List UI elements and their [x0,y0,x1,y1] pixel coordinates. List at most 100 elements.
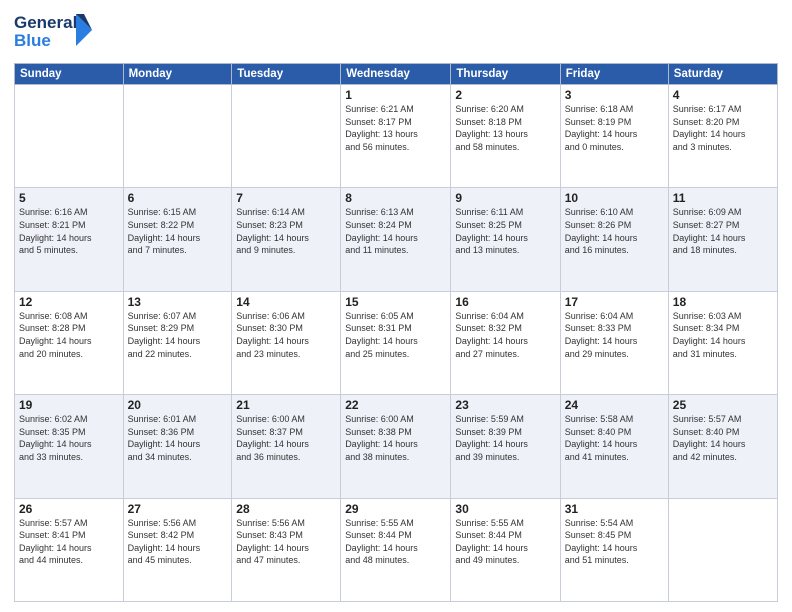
calendar-day-cell: 15Sunrise: 6:05 AM Sunset: 8:31 PM Dayli… [341,291,451,394]
day-number: 12 [19,295,119,309]
calendar-day-cell: 28Sunrise: 5:56 AM Sunset: 8:43 PM Dayli… [232,498,341,601]
day-info: Sunrise: 6:03 AM Sunset: 8:34 PM Dayligh… [673,310,773,360]
calendar-empty-cell [668,498,777,601]
calendar-day-header: Thursday [451,64,560,85]
logo-svg: GeneralBlue [14,10,94,55]
day-number: 13 [128,295,228,309]
day-info: Sunrise: 6:04 AM Sunset: 8:33 PM Dayligh… [565,310,664,360]
day-number: 27 [128,502,228,516]
day-info: Sunrise: 6:06 AM Sunset: 8:30 PM Dayligh… [236,310,336,360]
calendar-week-row: 12Sunrise: 6:08 AM Sunset: 8:28 PM Dayli… [15,291,778,394]
day-info: Sunrise: 6:20 AM Sunset: 8:18 PM Dayligh… [455,103,555,153]
calendar-day-header: Friday [560,64,668,85]
day-info: Sunrise: 6:08 AM Sunset: 8:28 PM Dayligh… [19,310,119,360]
calendar-day-cell: 5Sunrise: 6:16 AM Sunset: 8:21 PM Daylig… [15,188,124,291]
day-info: Sunrise: 5:57 AM Sunset: 8:40 PM Dayligh… [673,413,773,463]
calendar-empty-cell [232,85,341,188]
day-number: 16 [455,295,555,309]
calendar-day-cell: 26Sunrise: 5:57 AM Sunset: 8:41 PM Dayli… [15,498,124,601]
day-number: 23 [455,398,555,412]
day-info: Sunrise: 6:17 AM Sunset: 8:20 PM Dayligh… [673,103,773,153]
day-number: 8 [345,191,446,205]
calendar-day-cell: 9Sunrise: 6:11 AM Sunset: 8:25 PM Daylig… [451,188,560,291]
day-info: Sunrise: 6:18 AM Sunset: 8:19 PM Dayligh… [565,103,664,153]
calendar-day-cell: 20Sunrise: 6:01 AM Sunset: 8:36 PM Dayli… [123,395,232,498]
day-info: Sunrise: 6:05 AM Sunset: 8:31 PM Dayligh… [345,310,446,360]
calendar-week-row: 19Sunrise: 6:02 AM Sunset: 8:35 PM Dayli… [15,395,778,498]
day-number: 11 [673,191,773,205]
calendar-day-cell: 29Sunrise: 5:55 AM Sunset: 8:44 PM Dayli… [341,498,451,601]
day-number: 3 [565,88,664,102]
day-info: Sunrise: 6:09 AM Sunset: 8:27 PM Dayligh… [673,206,773,256]
day-number: 17 [565,295,664,309]
calendar-empty-cell [15,85,124,188]
calendar-empty-cell [123,85,232,188]
day-info: Sunrise: 5:56 AM Sunset: 8:42 PM Dayligh… [128,517,228,567]
calendar-table: SundayMondayTuesdayWednesdayThursdayFrid… [14,63,778,602]
calendar-day-cell: 27Sunrise: 5:56 AM Sunset: 8:42 PM Dayli… [123,498,232,601]
calendar-day-cell: 2Sunrise: 6:20 AM Sunset: 8:18 PM Daylig… [451,85,560,188]
day-number: 4 [673,88,773,102]
calendar-day-header: Monday [123,64,232,85]
calendar-day-cell: 22Sunrise: 6:00 AM Sunset: 8:38 PM Dayli… [341,395,451,498]
calendar-day-cell: 17Sunrise: 6:04 AM Sunset: 8:33 PM Dayli… [560,291,668,394]
calendar-week-row: 26Sunrise: 5:57 AM Sunset: 8:41 PM Dayli… [15,498,778,601]
day-info: Sunrise: 6:01 AM Sunset: 8:36 PM Dayligh… [128,413,228,463]
day-number: 14 [236,295,336,309]
calendar-day-cell: 4Sunrise: 6:17 AM Sunset: 8:20 PM Daylig… [668,85,777,188]
day-info: Sunrise: 5:55 AM Sunset: 8:44 PM Dayligh… [455,517,555,567]
day-info: Sunrise: 6:10 AM Sunset: 8:26 PM Dayligh… [565,206,664,256]
day-number: 21 [236,398,336,412]
day-number: 20 [128,398,228,412]
day-number: 10 [565,191,664,205]
logo: GeneralBlue [14,10,94,55]
day-info: Sunrise: 6:02 AM Sunset: 8:35 PM Dayligh… [19,413,119,463]
calendar-day-header: Wednesday [341,64,451,85]
day-info: Sunrise: 5:58 AM Sunset: 8:40 PM Dayligh… [565,413,664,463]
day-info: Sunrise: 6:07 AM Sunset: 8:29 PM Dayligh… [128,310,228,360]
day-info: Sunrise: 6:00 AM Sunset: 8:38 PM Dayligh… [345,413,446,463]
calendar-day-cell: 16Sunrise: 6:04 AM Sunset: 8:32 PM Dayli… [451,291,560,394]
calendar-day-cell: 7Sunrise: 6:14 AM Sunset: 8:23 PM Daylig… [232,188,341,291]
day-number: 30 [455,502,555,516]
day-info: Sunrise: 5:59 AM Sunset: 8:39 PM Dayligh… [455,413,555,463]
day-number: 26 [19,502,119,516]
calendar-day-cell: 23Sunrise: 5:59 AM Sunset: 8:39 PM Dayli… [451,395,560,498]
calendar-week-row: 5Sunrise: 6:16 AM Sunset: 8:21 PM Daylig… [15,188,778,291]
calendar-day-header: Tuesday [232,64,341,85]
calendar-day-cell: 11Sunrise: 6:09 AM Sunset: 8:27 PM Dayli… [668,188,777,291]
calendar-day-header: Sunday [15,64,124,85]
calendar-day-cell: 31Sunrise: 5:54 AM Sunset: 8:45 PM Dayli… [560,498,668,601]
day-number: 7 [236,191,336,205]
day-info: Sunrise: 6:00 AM Sunset: 8:37 PM Dayligh… [236,413,336,463]
calendar-day-cell: 14Sunrise: 6:06 AM Sunset: 8:30 PM Dayli… [232,291,341,394]
day-info: Sunrise: 5:57 AM Sunset: 8:41 PM Dayligh… [19,517,119,567]
day-number: 29 [345,502,446,516]
day-number: 31 [565,502,664,516]
day-number: 2 [455,88,555,102]
calendar-day-cell: 1Sunrise: 6:21 AM Sunset: 8:17 PM Daylig… [341,85,451,188]
day-number: 22 [345,398,446,412]
header: GeneralBlue [14,10,778,55]
day-number: 6 [128,191,228,205]
calendar-week-row: 1Sunrise: 6:21 AM Sunset: 8:17 PM Daylig… [15,85,778,188]
calendar-day-cell: 13Sunrise: 6:07 AM Sunset: 8:29 PM Dayli… [123,291,232,394]
calendar-page: GeneralBlue SundayMondayTuesdayWednesday… [0,0,792,612]
day-info: Sunrise: 6:11 AM Sunset: 8:25 PM Dayligh… [455,206,555,256]
day-info: Sunrise: 6:21 AM Sunset: 8:17 PM Dayligh… [345,103,446,153]
calendar-day-cell: 30Sunrise: 5:55 AM Sunset: 8:44 PM Dayli… [451,498,560,601]
day-number: 1 [345,88,446,102]
svg-text:General: General [14,13,77,32]
calendar-day-cell: 12Sunrise: 6:08 AM Sunset: 8:28 PM Dayli… [15,291,124,394]
day-number: 24 [565,398,664,412]
day-number: 18 [673,295,773,309]
calendar-day-cell: 3Sunrise: 6:18 AM Sunset: 8:19 PM Daylig… [560,85,668,188]
day-number: 19 [19,398,119,412]
calendar-day-cell: 21Sunrise: 6:00 AM Sunset: 8:37 PM Dayli… [232,395,341,498]
calendar-day-cell: 24Sunrise: 5:58 AM Sunset: 8:40 PM Dayli… [560,395,668,498]
calendar-day-cell: 18Sunrise: 6:03 AM Sunset: 8:34 PM Dayli… [668,291,777,394]
calendar-day-cell: 25Sunrise: 5:57 AM Sunset: 8:40 PM Dayli… [668,395,777,498]
calendar-day-cell: 6Sunrise: 6:15 AM Sunset: 8:22 PM Daylig… [123,188,232,291]
day-info: Sunrise: 6:14 AM Sunset: 8:23 PM Dayligh… [236,206,336,256]
day-number: 9 [455,191,555,205]
